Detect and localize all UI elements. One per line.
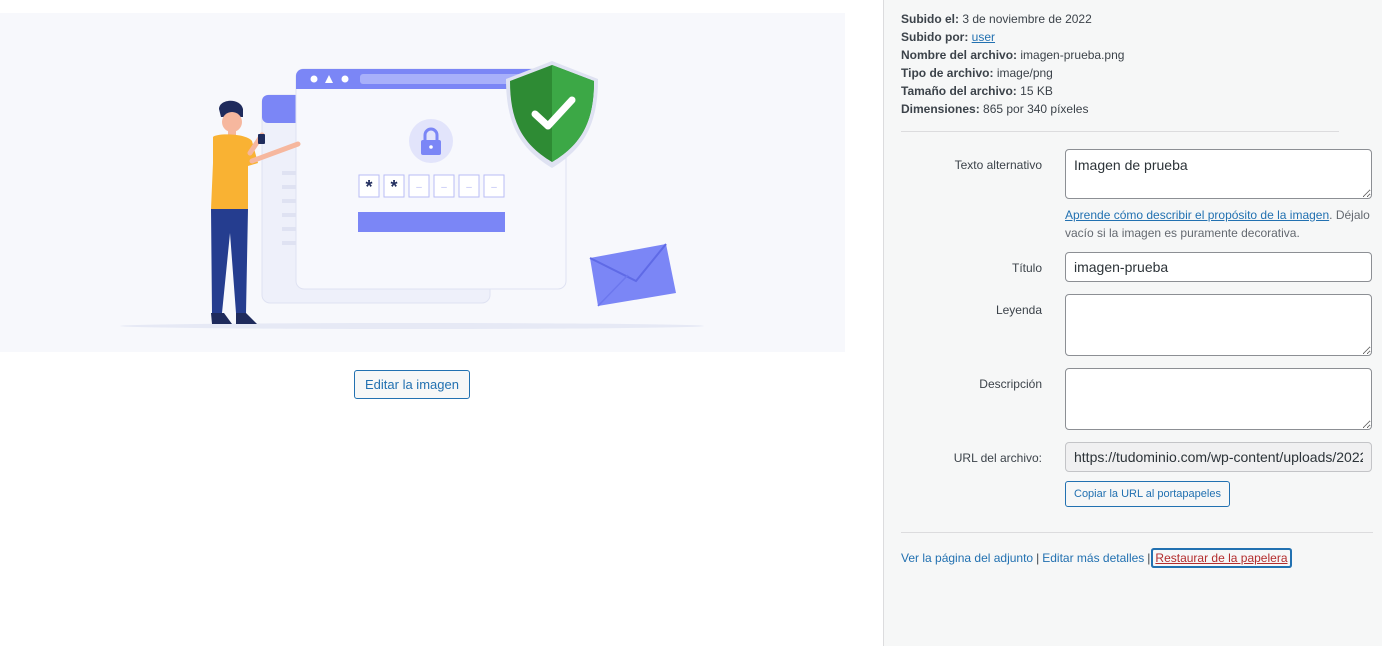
edit-more-details-link[interactable]: Editar más detalles <box>1042 551 1144 565</box>
edit-image-button[interactable]: Editar la imagen <box>354 370 470 399</box>
attachment-details-sidebar: Subido el: 3 de noviembre de 2022 Subido… <box>883 0 1382 646</box>
file-details: Subido el: 3 de noviembre de 2022 Subido… <box>901 10 1124 118</box>
divider <box>901 532 1373 533</box>
filesize-value: 15 KB <box>1020 84 1053 98</box>
filetype-row: Tipo de archivo: image/png <box>901 64 1124 82</box>
file-url-field[interactable] <box>1065 442 1372 472</box>
filename-label: Nombre del archivo: <box>901 48 1018 62</box>
title-label: Título <box>1011 261 1042 275</box>
title-field[interactable] <box>1065 252 1372 282</box>
uploaded-by-row: Subido por: user <box>901 28 1124 46</box>
uploaded-on-label: Subido el: <box>901 12 959 26</box>
divider <box>901 131 1339 132</box>
caption-label: Leyenda <box>995 303 1042 317</box>
filename-value: imagen-prueba.png <box>1020 48 1125 62</box>
uploaded-on-row: Subido el: 3 de noviembre de 2022 <box>901 10 1124 28</box>
svg-text:*: * <box>365 177 372 197</box>
description-label: Descripción <box>979 377 1042 391</box>
svg-text:–: – <box>441 182 447 193</box>
svg-text:–: – <box>416 182 422 193</box>
filesize-row: Tamaño del archivo: 15 KB <box>901 82 1124 100</box>
caption-field[interactable] <box>1065 294 1372 356</box>
svg-text:*: * <box>390 177 397 197</box>
dimensions-row: Dimensiones: 865 por 340 píxeles <box>901 100 1124 118</box>
uploaded-by-link[interactable]: user <box>972 30 995 44</box>
separator: | <box>1147 551 1151 565</box>
copy-url-button[interactable]: Copiar la URL al portapapeles <box>1065 481 1230 507</box>
filename-row: Nombre del archivo: imagen-prueba.png <box>901 46 1124 64</box>
uploaded-by-label: Subido por: <box>901 30 969 44</box>
alt-text-label: Texto alternativo <box>954 158 1042 172</box>
dimensions-label: Dimensiones: <box>901 102 980 116</box>
dimensions-value: 865 por 340 píxeles <box>983 102 1089 116</box>
image-preview: * * – – – – <box>0 13 845 352</box>
svg-text:–: – <box>466 182 472 193</box>
uploaded-on-value: 3 de noviembre de 2022 <box>962 12 1092 26</box>
description-field[interactable] <box>1065 368 1372 430</box>
filetype-value: image/png <box>996 66 1053 80</box>
svg-text:–: – <box>491 182 497 193</box>
filetype-label: Tipo de archivo: <box>901 66 994 80</box>
restore-from-trash-link[interactable]: Restaurar de la papelera <box>1153 550 1289 566</box>
security-illustration: * * – – – – <box>120 61 704 329</box>
alt-text-field[interactable]: Imagen de prueba <box>1065 149 1372 199</box>
separator: | <box>1036 551 1040 565</box>
filesize-label: Tamaño del archivo: <box>901 84 1017 98</box>
alt-text-help: Aprende cómo describir el propósito de l… <box>1065 206 1375 242</box>
view-attachment-link[interactable]: Ver la página del adjunto <box>901 551 1033 565</box>
media-preview-pane: * * – – – – Editar la imagen <box>0 0 884 646</box>
file-url-label: URL del archivo: <box>953 451 1042 465</box>
alt-text-help-link[interactable]: Aprende cómo describir el propósito de l… <box>1065 208 1329 222</box>
attachment-actions: Ver la página del adjunto | Editar más det… <box>901 549 1290 567</box>
